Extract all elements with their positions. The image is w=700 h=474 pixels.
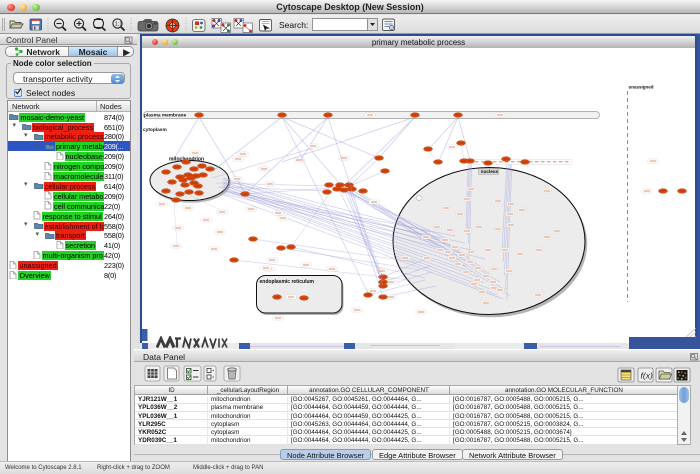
svg-text:unassigned: unassigned (629, 85, 654, 90)
svg-text:1:1: 1:1 (115, 22, 123, 28)
svg-text:nucleus: nucleus (481, 169, 499, 174)
svg-text:f(x): f(x) (641, 371, 653, 381)
svg-text:plasma membrane: plasma membrane (144, 113, 186, 119)
svg-text:Search:: Search: (279, 20, 308, 30)
svg-text:endoplasmic reticulum: endoplasmic reticulum (260, 279, 315, 285)
svg-text:cytoplasm: cytoplasm (143, 127, 167, 133)
